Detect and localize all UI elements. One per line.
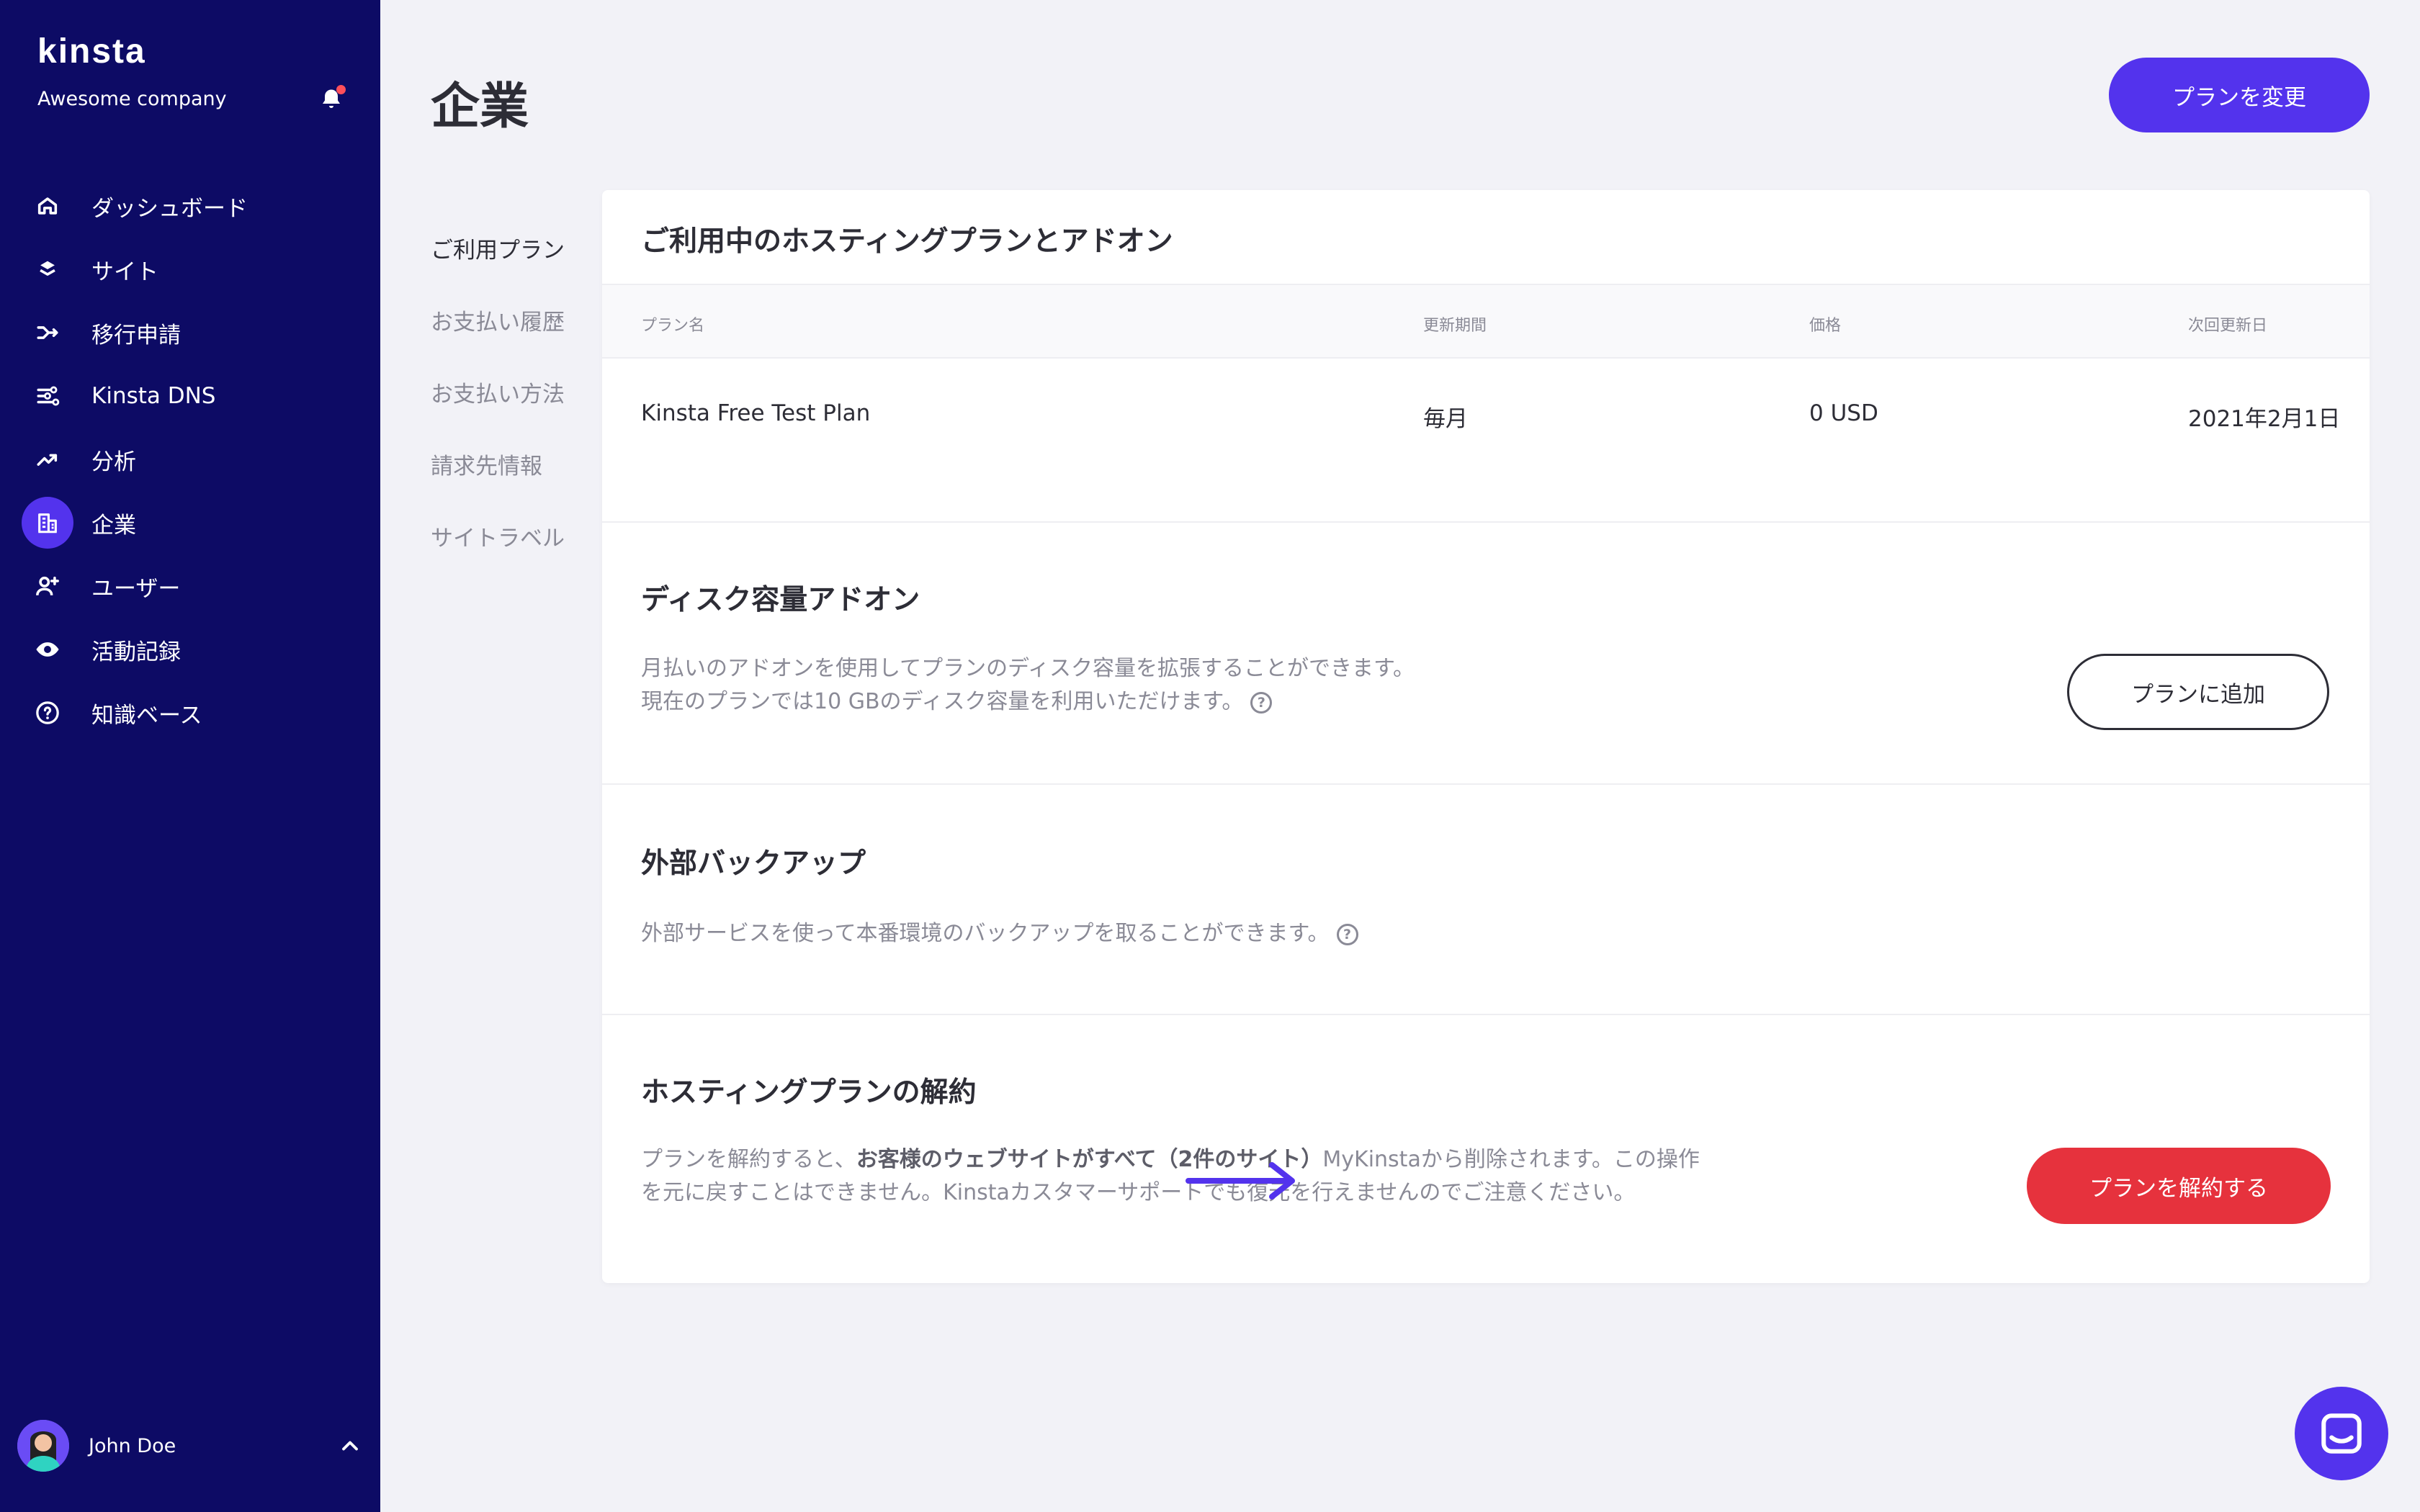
plan-section-title: ご利用中のホスティングプランとアドオン <box>641 225 1173 258</box>
help-icon[interactable]: ? <box>1250 691 1273 714</box>
sidebar-item-company[interactable]: 企業 <box>0 491 380 554</box>
column-header-period: 更新期間 <box>1423 317 1487 335</box>
eye-icon <box>22 624 73 675</box>
company-name: Awesome company <box>37 88 227 110</box>
table-header: プラン名 更新期間 価格 次回更新日 <box>602 284 2370 359</box>
notification-dot <box>336 85 346 94</box>
column-header-plan-name: プラン名 <box>641 317 705 335</box>
cancel-plan-button[interactable]: プランを解約する <box>2027 1148 2331 1224</box>
help-icon[interactable]: ? <box>1336 923 1358 945</box>
analytics-icon <box>22 433 73 485</box>
cancel-plan-title: ホスティングプランの解約 <box>641 1076 977 1109</box>
column-header-next-renewal: 次回更新日 <box>2188 317 2268 335</box>
plan-name-cell: Kinsta Free Test Plan <box>641 400 871 426</box>
help-circle-icon <box>22 687 73 739</box>
external-backup-text: 外部サービスを使って本番環境のバックアップを取ることができます。 <box>641 921 1330 946</box>
subnav-item-plan[interactable]: ご利用プラン <box>431 230 565 302</box>
external-backup-title: 外部バックアップ <box>641 847 866 880</box>
user-menu[interactable]: John Doe <box>17 1420 363 1472</box>
chat-icon <box>2321 1413 2362 1454</box>
chat-button[interactable] <box>2295 1387 2388 1480</box>
cancel-desc-pre: プランを解約すると、 <box>641 1147 856 1172</box>
sidebar-item-migration[interactable]: 移行申請 <box>0 301 380 364</box>
column-header-price: 価格 <box>1809 317 1842 335</box>
disk-addon-line-2: 現在のプランでは10 GBのディスク容量を利用いただけます。 <box>641 689 1244 714</box>
next-renewal-cell: 2021年2月1日 <box>2188 406 2341 432</box>
period-cell: 毎月 <box>1423 406 1468 432</box>
migration-icon <box>22 307 73 359</box>
sidebar-item-label: 分析 <box>91 449 136 475</box>
sidebar: kinsta Awesome company ダッシュボード サイト 移行申請 <box>0 0 380 1512</box>
sidebar-item-label: 企業 <box>91 512 136 539</box>
sidebar-nav: ダッシュボード サイト 移行申請 Kinsta DNS 分析 企業 ユーザー 活… <box>0 174 380 744</box>
disk-addon-description: 月払いのアドオンを使用してプランのディスク容量を拡張することができます。 現在の… <box>641 652 1415 719</box>
page-title: 企業 <box>431 78 529 135</box>
subnav-item-billing-info[interactable]: 請求先情報 <box>431 446 565 518</box>
subnav-item-payment-history[interactable]: お支払い履歴 <box>431 302 565 374</box>
sidebar-item-knowledge-base[interactable]: 知識ベース <box>0 681 380 744</box>
disk-addon-line-1: 月払いのアドオンを使用してプランのディスク容量を拡張することができます。 <box>641 656 1415 681</box>
cancel-desc-post: MyKinstaから削除されます。この操作 <box>1322 1147 1700 1172</box>
subnav-item-payment-method[interactable]: お支払い方法 <box>431 374 565 446</box>
sidebar-item-analytics[interactable]: 分析 <box>0 428 380 491</box>
arrow-right-icon <box>1186 1162 1295 1200</box>
sidebar-item-label: ダッシュボード <box>91 195 248 222</box>
sidebar-item-label: 知識ベース <box>91 702 202 729</box>
dns-icon <box>22 370 73 422</box>
disk-addon-line-2-row: 現在のプランでは10 GBのディスク容量を利用いただけます。? <box>641 685 1415 719</box>
cancel-desc-line-2: を元に戻すことはできません。Kinstaカスタマーサポートでも復元を行えませんの… <box>641 1180 1636 1205</box>
sidebar-item-users[interactable]: ユーザー <box>0 554 380 618</box>
sidebar-item-dns[interactable]: Kinsta DNS <box>0 364 380 428</box>
plan-card: ご利用中のホスティングプランとアドオン プラン名 更新期間 価格 次回更新日 K… <box>602 190 2370 1283</box>
sidebar-item-label: ユーザー <box>91 575 181 602</box>
sidebar-item-activity[interactable]: 活動記録 <box>0 618 380 681</box>
subnav: ご利用プラン お支払い履歴 お支払い方法 請求先情報 サイトラベル <box>431 230 565 590</box>
section-divider <box>602 783 2370 785</box>
sidebar-item-label: 活動記録 <box>91 639 181 665</box>
sidebar-item-dashboard[interactable]: ダッシュボード <box>0 174 380 238</box>
sidebar-item-label: 移行申請 <box>91 322 181 348</box>
change-plan-button[interactable]: プランを変更 <box>2109 58 2370 132</box>
avatar <box>17 1420 69 1472</box>
add-user-icon <box>22 560 73 612</box>
external-backup-description: 外部サービスを使って本番環境のバックアップを取ることができます。? <box>641 917 1358 950</box>
company-icon <box>22 497 73 549</box>
add-to-plan-button[interactable]: プランに追加 <box>2067 654 2329 730</box>
chevron-up-icon[interactable] <box>337 1433 363 1459</box>
sidebar-item-label: サイト <box>91 258 158 285</box>
sidebar-item-sites[interactable]: サイト <box>0 238 380 301</box>
home-icon <box>22 180 73 232</box>
sidebar-item-label: Kinsta DNS <box>91 383 216 409</box>
layers-icon <box>22 243 73 295</box>
kinsta-logo[interactable]: kinsta <box>37 32 146 71</box>
section-divider <box>602 521 2370 523</box>
user-name: John Doe <box>89 1434 176 1457</box>
subnav-item-site-labels[interactable]: サイトラベル <box>431 518 565 590</box>
disk-addon-title: ディスク容量アドオン <box>641 584 920 616</box>
price-cell: 0 USD <box>1809 400 1878 426</box>
section-divider <box>602 1014 2370 1015</box>
